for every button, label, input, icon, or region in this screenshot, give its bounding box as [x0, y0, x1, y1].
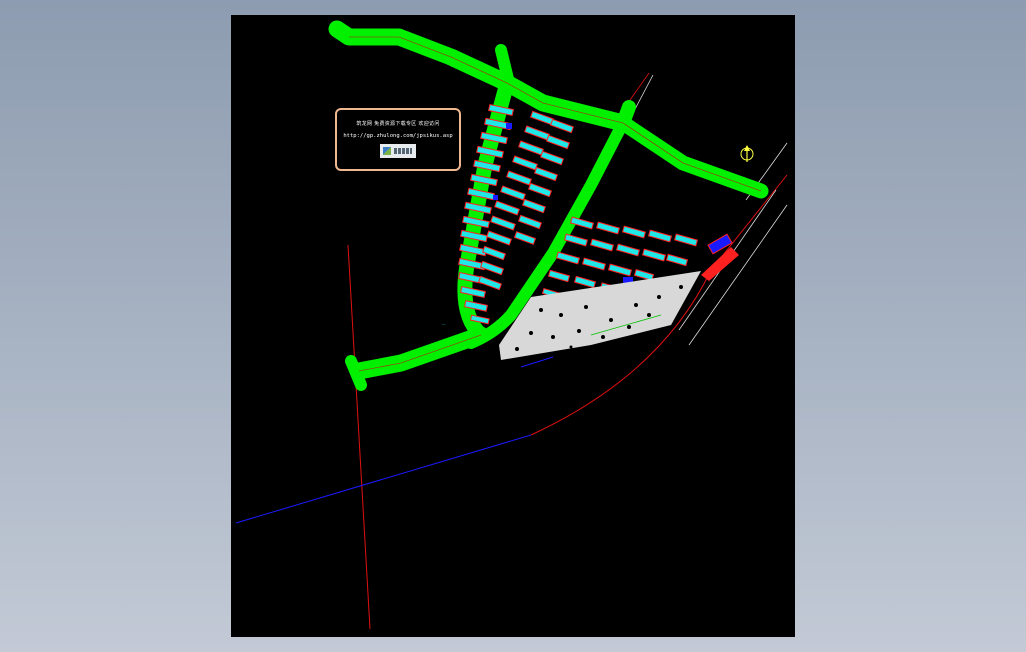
residential-blocks-west	[458, 103, 514, 325]
red-boundary-line	[347, 244, 371, 630]
road-stub-north	[495, 44, 515, 89]
road-south	[350, 326, 490, 380]
watermark-title: 筑龙网 免费资源下载专区 欢迎访问	[356, 121, 440, 127]
blue-boundary-line	[235, 434, 532, 524]
white-road-edge	[632, 74, 654, 114]
zhulong-logo-icon	[380, 144, 416, 158]
small-annotation: ·—·	[441, 322, 446, 326]
road-stub-ne	[616, 100, 636, 130]
cad-viewport[interactable]: ·—· 筑龙网 免费资源下载专区 欢迎访问 http://gp.zhulong.…	[231, 15, 795, 637]
road-north-east	[615, 115, 769, 199]
watermark-box: 筑龙网 免费资源下载专区 欢迎访问 http://gp.zhulong.com/…	[335, 108, 461, 171]
north-arrow-icon	[740, 145, 754, 162]
blue-shore-line	[520, 356, 554, 368]
site-plan-drawing: ·—·	[235, 20, 788, 630]
watermark-url[interactable]: http://gp.zhulong.com/jpsikus.asp	[337, 133, 459, 139]
